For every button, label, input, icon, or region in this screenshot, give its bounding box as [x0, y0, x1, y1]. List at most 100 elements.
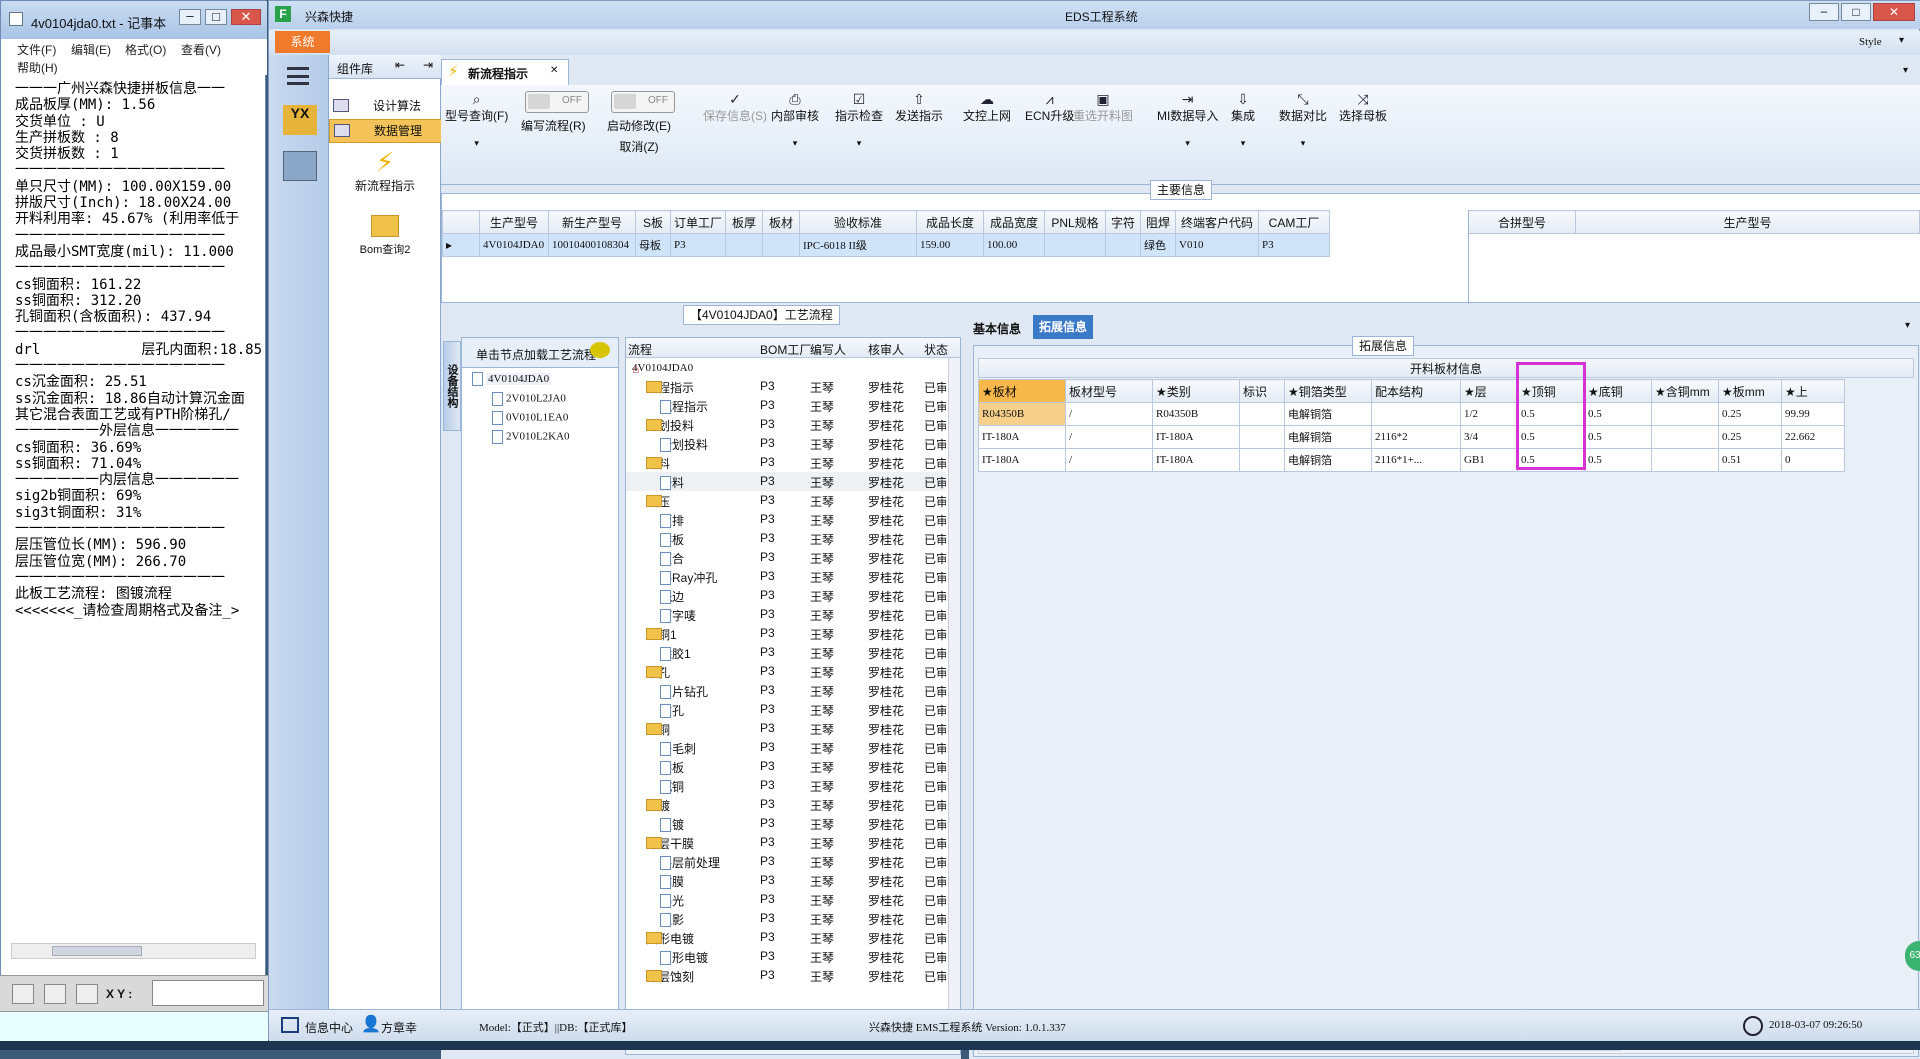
table-cell[interactable]: [1651, 402, 1719, 426]
table-row[interactable]: 显影 P3 王琴 罗桂花 已审核: [626, 909, 946, 928]
command-line[interactable]: [0, 1011, 268, 1041]
notepad-text-area[interactable]: 一一一广州兴森快捷拼板信息一一 成品板厚(MM): 1.56 交货单位 : U 生产拼…: [15, 81, 265, 941]
tree-root[interactable]: 4V0104JDA0: [472, 372, 552, 386]
col-header[interactable]: 成品长度: [916, 210, 985, 234]
col-header[interactable]: CAM工厂: [1258, 210, 1331, 234]
col-header[interactable]: 板材型号: [1065, 379, 1153, 403]
table-cell[interactable]: 159.00: [916, 233, 985, 257]
table-row[interactable]: 外层蚀刻 P3 王琴 罗桂花 已审核: [626, 966, 946, 985]
col-header[interactable]: 订单工厂: [669, 210, 727, 234]
table-cell[interactable]: [1044, 233, 1107, 257]
new-flow-launcher[interactable]: ⚡ 新流程指示: [329, 147, 441, 209]
table-cell[interactable]: V010: [1175, 233, 1260, 257]
table-cell[interactable]: 10010400108304: [548, 233, 636, 257]
toolbar-button-1[interactable]: OFF 编写流程(R): [521, 91, 589, 134]
col-header[interactable]: 流程: [628, 341, 652, 358]
col-header[interactable]: ★上: [1781, 379, 1845, 403]
bom-query-launcher[interactable]: Bom查询2: [329, 211, 441, 273]
dropdown-chevron-icon[interactable]: ▾: [1157, 138, 1218, 149]
table-cell[interactable]: [1239, 448, 1285, 472]
table-cell[interactable]: R04350B: [1152, 402, 1240, 426]
table-row[interactable]: 开料 P3 王琴 罗桂花 已审核: [626, 453, 946, 472]
table-cell[interactable]: 99.99: [1781, 402, 1845, 426]
col-header[interactable]: 标识: [1239, 379, 1285, 403]
switch-icon[interactable]: ⇥: [423, 58, 433, 72]
table-cell[interactable]: IPC-6018 II级: [799, 233, 918, 257]
table-row[interactable]: 电镀 P3 王琴 罗桂花 已审核: [626, 795, 946, 814]
dropdown-chevron-icon[interactable]: ▾: [771, 138, 819, 149]
table-cell[interactable]: GB1: [1460, 448, 1518, 472]
tab-close-icon[interactable]: ✕: [550, 65, 558, 76]
toolbar-button-5[interactable]: ☑ 指示检查 ▾: [835, 91, 883, 149]
table-row[interactable]: 曝光 P3 王琴 罗桂花 已审核: [626, 890, 946, 909]
table-row[interactable]: 贴膜 P3 王琴 罗桂花 已审核: [626, 871, 946, 890]
table-row[interactable]: 流程指示 P3 王琴 罗桂花 已审核: [626, 377, 946, 396]
table-cell[interactable]: /: [1065, 448, 1153, 472]
xy-input[interactable]: [152, 980, 264, 1006]
table-row[interactable]: IT-180A / IT-180A 电解铜箔 2116*1+... GB1 0.5 0.5 0.…: [978, 448, 1845, 472]
col-header[interactable]: ★底铜: [1584, 379, 1652, 403]
table-row[interactable]: 沉铜 P3 王琴 罗桂花 已审核: [626, 719, 946, 738]
style-chevron-icon[interactable]: ▾: [1899, 35, 1904, 46]
col-header[interactable]: 新生产型号: [548, 210, 636, 234]
table-cell[interactable]: R04350B: [978, 402, 1066, 426]
table-row[interactable]: 流程指示 P3 王琴 罗桂花 已审核: [626, 396, 946, 415]
table-cell[interactable]: [1239, 425, 1285, 449]
dropdown-chevron-icon[interactable]: ▾: [445, 138, 508, 149]
scroll-thumb[interactable]: [52, 946, 142, 956]
table-cell[interactable]: [1239, 402, 1285, 426]
col-header[interactable]: S板: [635, 210, 671, 234]
table-row[interactable]: 压合 P3 王琴 罗桂花 已审核: [626, 548, 946, 567]
table-row[interactable]: 打字唛 P3 王琴 罗桂花 已审核: [626, 605, 946, 624]
table-row[interactable]: ▸ 4V0104JDA0 10010400108304 母板 P3 IPC-6018 II…: [442, 233, 1331, 257]
toolbar-button-13[interactable]: ⤨ 选择母板: [1339, 91, 1387, 124]
col-header[interactable]: 终端客户代码: [1175, 210, 1260, 234]
col-header[interactable]: 状态: [924, 341, 948, 358]
comp-item-design[interactable]: 设计算法: [329, 95, 441, 117]
close-icon[interactable]: ✕: [1873, 3, 1915, 21]
toggle-switch[interactable]: OFF: [525, 91, 589, 113]
table-cell[interactable]: 母板: [635, 233, 671, 257]
table-cell[interactable]: IT-180A: [978, 448, 1066, 472]
table-row[interactable]: 钻孔 P3 王琴 罗桂花 已审核: [626, 700, 946, 719]
col-header[interactable]: PNL规格: [1044, 210, 1107, 234]
document-tab[interactable]: ⚡ 新流程指示 ✕: [441, 59, 569, 85]
table-cell[interactable]: [1371, 402, 1461, 426]
table-row[interactable]: 钻孔 P3 王琴 罗桂花 已审核: [626, 662, 946, 681]
tab-extended-info[interactable]: 拓展信息: [1033, 315, 1094, 339]
table-cell[interactable]: IT-180A: [1152, 448, 1240, 472]
tool-icon-3[interactable]: [76, 984, 98, 1004]
dropdown-chevron-icon[interactable]: ▾: [1231, 138, 1255, 149]
table-row[interactable]: 预排 P3 王琴 罗桂花 已审核: [626, 510, 946, 529]
table-row[interactable]: 计划投料 P3 王琴 罗桂花 已审核: [626, 415, 946, 434]
tree-child[interactable]: 0V010L1EA0: [492, 411, 568, 425]
toolbar-button-3[interactable]: ✓ 保存信息(S): [703, 91, 767, 124]
table-cell[interactable]: [1105, 233, 1142, 257]
col-header[interactable]: ★板mm: [1718, 379, 1782, 403]
table-cell[interactable]: 电解铜箔: [1284, 425, 1372, 449]
table-row[interactable]: 层压 P3 王琴 罗桂花 已审核: [626, 491, 946, 510]
table-cell[interactable]: /: [1065, 425, 1153, 449]
col-header[interactable]: ★铜箔类型: [1284, 379, 1372, 403]
menu-file[interactable]: 文件(F): [17, 41, 56, 58]
table-cell[interactable]: [725, 233, 764, 257]
table-row[interactable]: 沉铜 P3 王琴 罗桂花 已审核: [626, 776, 946, 795]
table-cell[interactable]: 1/2: [1460, 402, 1518, 426]
table-cell[interactable]: [1651, 425, 1719, 449]
maximize-icon[interactable]: □: [1841, 3, 1871, 21]
table-row[interactable]: 外层前处理 P3 王琴 罗桂花 已审核: [626, 852, 946, 871]
table-cell[interactable]: 4V0104JDA0: [479, 233, 549, 257]
col-header[interactable]: 成品宽度: [983, 210, 1046, 234]
tab-basic-info[interactable]: 基本信息: [973, 320, 1021, 337]
table-cell[interactable]: 2116*1+...: [1371, 448, 1461, 472]
table-cell[interactable]: [762, 233, 801, 257]
table-row[interactable]: 图形电镀 P3 王琴 罗桂花 已审核: [626, 928, 946, 947]
col-header[interactable]: ★层: [1460, 379, 1518, 403]
style-menu[interactable]: Style: [1859, 36, 1882, 48]
table-row[interactable]: ⌂ 4V0104JDA0: [626, 358, 946, 377]
detail-chevron-icon[interactable]: ▾: [1905, 320, 1910, 331]
menu-format[interactable]: 格式(O): [125, 41, 166, 58]
table-row[interactable]: 除胶1 P3 王琴 罗桂花 已审核: [626, 643, 946, 662]
toolbar-button-2[interactable]: OFF 启动修改(E) 取消(Z): [607, 91, 675, 155]
table-cell[interactable]: 100.00: [983, 233, 1046, 257]
